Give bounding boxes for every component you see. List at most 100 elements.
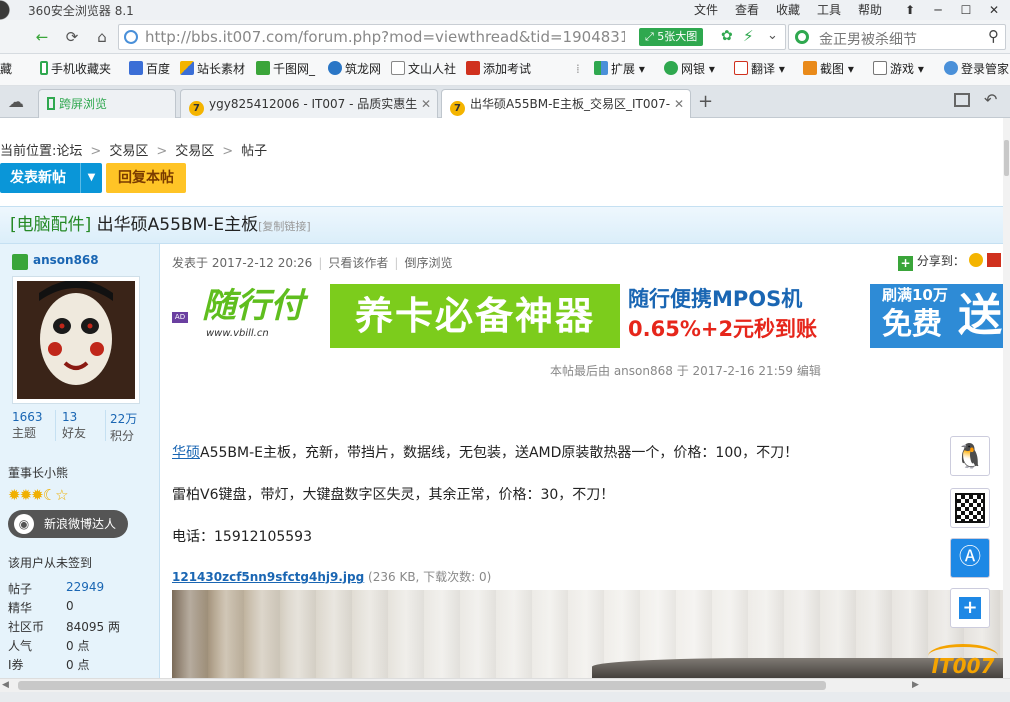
lightning-icon[interactable]: ⚡ <box>743 27 754 45</box>
bank-button[interactable]: 网银 ▾ <box>664 54 715 84</box>
attachment-link[interactable]: 121430zcf5nn9sfctg4hj9.jpg <box>172 570 364 584</box>
app-store-icon[interactable]: Ⓐ <box>950 538 990 578</box>
author-stat-friends[interactable]: 13 好友 <box>62 410 106 441</box>
fav-label: 手机收藏夹 <box>51 62 112 76</box>
menu-tools[interactable]: 工具 <box>817 0 841 20</box>
fav-item[interactable]: 藏 <box>0 54 12 84</box>
close-button[interactable]: ✕ <box>980 0 1008 20</box>
ad-details: 随行便携MPOS机 0.65%+2元秒到账 <box>620 284 870 348</box>
fav-baidu[interactable]: 百度 <box>129 54 170 84</box>
author-stat-points[interactable]: 22万 积分 <box>110 410 154 444</box>
fav-mobile[interactable]: 手机收藏夹 <box>40 54 111 84</box>
page-icon <box>391 61 405 75</box>
search-engine-icon[interactable] <box>795 30 809 44</box>
detail-value: 0 点 <box>66 658 90 672</box>
back-button[interactable]: ← <box>30 25 54 49</box>
detail-coupon: I券 0 点 <box>8 656 89 673</box>
detail-coins: 社区币 84095 两 <box>8 618 120 635</box>
attachment-image[interactable] <box>172 590 1003 678</box>
favorites-bar: 藏 手机收藏夹 百度 站长素材 千图网_ 筑龙网 文山人社 添加考试 ⁞ 扩展 … <box>0 54 1010 86</box>
author-stat-topics[interactable]: 1663 主题 <box>12 410 56 441</box>
fav-label: 翻译 <box>751 62 776 76</box>
weibo-badge[interactable]: ◉ 新浪微博达人 <box>8 510 128 538</box>
fav-qiantu[interactable]: 千图网_ <box>256 54 315 84</box>
avatar[interactable] <box>12 276 140 404</box>
chevron-down-icon[interactable]: ⌄ <box>767 28 778 43</box>
detail-value: 0 <box>66 599 74 613</box>
fav-zhulong[interactable]: 筑龙网 <box>328 54 381 84</box>
breadcrumb-forum[interactable]: 论坛 <box>56 144 82 159</box>
fav-exam[interactable]: 添加考试 <box>466 54 531 84</box>
horizontal-scrollbar[interactable]: ◀ ▶ <box>0 678 1010 692</box>
home-button[interactable]: ⌂ <box>90 25 114 49</box>
fav-label: 千图网_ <box>273 62 316 76</box>
new-post-button[interactable]: 发表新帖 ▼ <box>0 163 102 193</box>
only-author-link[interactable]: 只看该作者 <box>328 256 388 270</box>
divider: | <box>318 256 323 270</box>
undo-icon[interactable]: ↶ <box>984 90 997 109</box>
hscroll-thumb[interactable] <box>18 681 826 690</box>
menu-file[interactable]: 文件 <box>694 0 718 20</box>
add-icon[interactable]: + <box>950 588 990 628</box>
search-field[interactable]: 金正男被杀细节 ⚲ <box>788 24 1006 50</box>
scroll-right-icon[interactable]: ▶ <box>912 680 919 690</box>
stat-label: 积分 <box>110 429 135 443</box>
scroll-thumb[interactable] <box>1004 140 1009 176</box>
search-icon[interactable]: ⚲ <box>988 27 999 45</box>
menu-help[interactable]: 帮助 <box>858 0 882 20</box>
ad-banner[interactable]: 随行付 www.vbill.cn 养卡必备神器 随行便携MPOS机 0.65%+… <box>196 284 1003 348</box>
screenshot-badge[interactable]: ⤢ 5张大图 <box>639 28 704 46</box>
thread-header: [电脑配件] 出华硕A55BM-E主板[复制链接] <box>0 206 1003 244</box>
tab-restore-icon[interactable] <box>954 93 970 107</box>
capture-button[interactable]: 截图 ▾ <box>803 54 854 84</box>
detail-key: I券 <box>8 658 24 672</box>
new-tab-button[interactable]: + <box>698 91 713 112</box>
brand-link[interactable]: 华硕 <box>172 445 200 461</box>
pin-icon[interactable]: ⬆ <box>896 0 924 20</box>
reverse-order-link[interactable]: 倒序浏览 <box>404 256 452 270</box>
copy-link[interactable]: [复制链接] <box>258 220 311 233</box>
tab-bar: ☁ 跨屏浏览 7 ygy825412006 - IT007 - 品质实惠生 ✕ 7出… <box>0 86 1010 119</box>
url-field[interactable]: http://bbs.it007.com/forum.php?mod=viewt… <box>118 24 786 50</box>
ad-slogan: 养卡必备神器 <box>330 284 620 348</box>
thread-category[interactable]: [电脑配件] <box>10 215 91 235</box>
detail-value[interactable]: 22949 <box>66 580 104 594</box>
qzone-icon[interactable] <box>968 253 983 267</box>
close-tab-icon[interactable]: ✕ <box>416 90 431 118</box>
tab-profile[interactable]: 7 ygy825412006 - IT007 - 品质实惠生 ✕ <box>180 89 438 118</box>
url-text: http://bbs.it007.com/forum.php?mod=viewt… <box>145 28 625 46</box>
minimize-button[interactable]: ─ <box>924 0 952 20</box>
menu-favorites[interactable]: 收藏 <box>776 0 800 20</box>
breadcrumb-trade-sub[interactable]: 交易区 <box>175 144 214 159</box>
maximize-button[interactable]: ☐ <box>952 0 980 20</box>
breadcrumb-trade[interactable]: 交易区 <box>109 144 148 159</box>
renren-icon[interactable] <box>986 253 1001 267</box>
menu-view[interactable]: 查看 <box>735 0 759 20</box>
fav-sucai[interactable]: 站长素材 <box>180 54 245 84</box>
tab-label: 跨屏浏览 <box>59 97 108 111</box>
cloud-icon[interactable]: ☁ <box>8 92 24 111</box>
translate-button[interactable]: 翻译 ▾ <box>734 54 785 84</box>
stat-value: 13 <box>62 410 78 424</box>
stat-label: 好友 <box>62 426 87 440</box>
qr-code-icon[interactable] <box>950 488 990 528</box>
ad-slogan-text: 养卡必备神器 <box>354 294 595 338</box>
refresh-button[interactable]: ⟳ <box>60 25 84 49</box>
close-tab-icon[interactable]: ✕ <box>669 90 684 118</box>
login-manager-button[interactable]: 登录管家 <box>944 54 1009 84</box>
chevron-down-icon[interactable]: ▼ <box>80 163 102 193</box>
reply-button[interactable]: 回复本帖 <box>106 163 186 193</box>
games-button[interactable]: 游戏 ▾ <box>873 54 924 84</box>
detail-digest: 精华 0 <box>8 599 74 616</box>
qq-icon[interactable]: 🐧 <box>950 436 990 476</box>
ext-button[interactable]: 扩展 ▾ <box>594 54 645 84</box>
author-name[interactable]: anson868 <box>33 253 99 267</box>
detail-key: 帖子 <box>8 582 33 596</box>
share-plus-icon[interactable]: + <box>898 256 913 271</box>
zhulong-icon <box>328 61 342 75</box>
fav-wenshan[interactable]: 文山人社 <box>391 54 456 84</box>
vertical-scrollbar[interactable] <box>1003 118 1010 678</box>
tab-current-thread[interactable]: 7 出华硕A55BM-E主板_交易区_IT007-E ✕ <box>441 89 691 119</box>
tab-cross-screen[interactable]: 跨屏浏览 <box>38 89 176 118</box>
scroll-left-icon[interactable]: ◀ <box>2 680 9 690</box>
